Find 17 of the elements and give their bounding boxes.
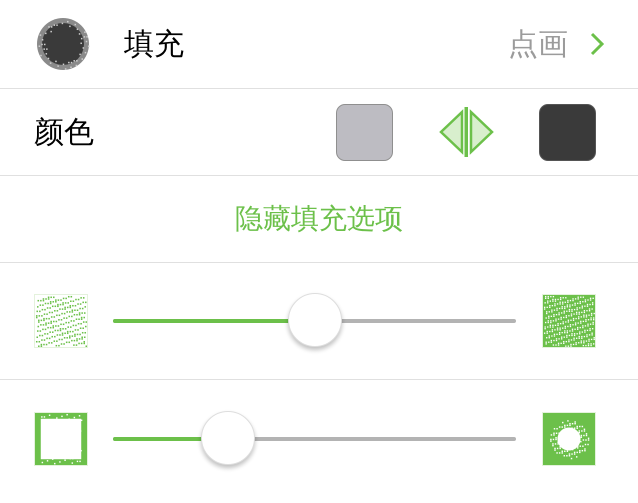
fill-label: 填充 (124, 26, 184, 64)
texture-swatch-icon (34, 294, 88, 348)
slider-thumb[interactable] (201, 410, 256, 464)
slider[interactable] (113, 293, 516, 349)
color-label: 颜色 (34, 114, 94, 152)
hide-fill-options-button[interactable]: 隐藏填充选项 (235, 198, 403, 240)
chevron-right-icon (590, 32, 604, 56)
texture-swatch-icon (542, 294, 596, 348)
color-swatch[interactable] (539, 104, 596, 160)
slider-thumb[interactable] (288, 293, 342, 347)
stipple-circle-icon (36, 17, 90, 71)
texture-swatch-icon (542, 412, 596, 466)
fill-type-button[interactable]: 点画 (508, 22, 604, 66)
texture-swatch-icon (34, 412, 88, 466)
swap-colors-icon[interactable] (438, 107, 494, 157)
color-swatch[interactable] (336, 104, 393, 160)
slider[interactable] (113, 410, 516, 466)
